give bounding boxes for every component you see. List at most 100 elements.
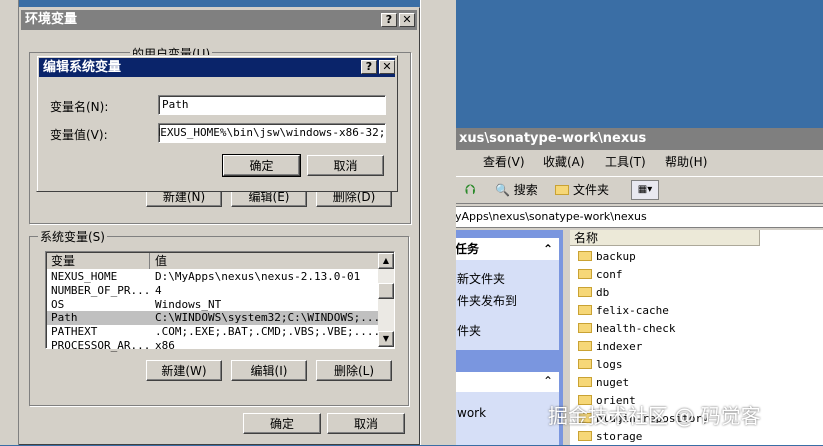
env-dialog-title: 环境变量: [25, 12, 78, 27]
task-publish-folder[interactable]: 件夹发布到: [457, 292, 517, 309]
edit-system-variable-dialog: 编辑系统变量 ? ✕ 变量名(N): Path 变量值(V): %NEXUS_H…: [36, 55, 398, 192]
collapse-icon[interactable]: ⌃: [543, 374, 553, 388]
collapse-icon[interactable]: ⌃: [543, 238, 553, 260]
row-variable-name: OS: [51, 297, 65, 311]
other-places-panel: ⌃ work: [455, 372, 559, 445]
row-variable-value: x86: [155, 339, 175, 352]
folder-list-item[interactable]: nuget: [578, 374, 629, 392]
help-icon[interactable]: ?: [381, 13, 397, 27]
folder-list-item[interactable]: indexer: [578, 338, 642, 356]
folder-icon: [578, 323, 592, 333]
other-place-item[interactable]: work: [457, 406, 486, 420]
edit-dialog-title-bar[interactable]: 编辑系统变量 ? ✕: [39, 58, 395, 77]
row-variable-value: Windows_NT: [155, 297, 222, 311]
folder-list-item[interactable]: backup: [578, 248, 636, 266]
variable-name-value: Path: [162, 98, 189, 111]
edit-cancel-button[interactable]: 取消: [307, 155, 384, 176]
row-variable-value: .COM;.EXE;.BAT;.CMD;.VBS;.VBE;....: [155, 325, 381, 339]
up-folder-icon[interactable]: ⮉: [465, 182, 476, 198]
variable-name-input[interactable]: Path: [158, 95, 386, 115]
folder-icon: [578, 251, 592, 261]
folder-name: indexer: [596, 340, 643, 353]
folder-icon: [555, 184, 569, 195]
address-text: yApps\nexus\sonatype-work\nexus: [455, 210, 647, 223]
search-label: 搜索: [513, 183, 538, 197]
menu-favorites[interactable]: 收藏(A): [543, 152, 585, 172]
env-cancel-button[interactable]: 取消: [327, 413, 405, 434]
folder-list-item[interactable]: storage: [578, 428, 642, 446]
watermark-text: 掘金技术社区 @ 码觉客: [548, 404, 761, 428]
background-window-edge: [0, 0, 19, 445]
close-icon[interactable]: ✕: [399, 13, 415, 27]
system-edit-button[interactable]: 编辑(I): [231, 360, 307, 381]
close-icon[interactable]: ✕: [379, 60, 395, 74]
env-ok-button[interactable]: 确定: [243, 413, 321, 434]
row-variable-name: NUMBER_OF_PR...: [51, 283, 151, 297]
help-icon[interactable]: ?: [361, 60, 377, 74]
menu-help[interactable]: 帮助(H): [665, 152, 707, 172]
task-share-folder[interactable]: 件夹: [457, 322, 481, 339]
table-header: 变量 值: [47, 253, 378, 269]
scroll-thumb[interactable]: [378, 283, 394, 299]
row-variable-name: PROCESSOR_AR...: [51, 339, 151, 352]
menu-tools[interactable]: 工具(T): [605, 152, 646, 172]
folder-name: health-check: [596, 322, 676, 335]
task-panel-header[interactable]: 任务 ⌃: [455, 238, 559, 260]
menu-view[interactable]: 查看(V): [483, 152, 525, 172]
views-button[interactable]: ▦▾: [631, 180, 659, 200]
folder-list-item[interactable]: felix-cache: [578, 302, 669, 320]
folder-list-item[interactable]: db: [578, 284, 609, 302]
folder-list-item[interactable]: conf: [578, 266, 623, 284]
folder-list-item[interactable]: health-check: [578, 320, 675, 338]
column-header-variable[interactable]: 变量: [47, 253, 150, 269]
row-variable-name: NEXUS_HOME: [51, 270, 118, 283]
column-header-name[interactable]: 名称: [570, 230, 760, 246]
env-dialog-title-bar[interactable]: 环境变量 ? ✕: [21, 10, 417, 30]
folder-icon: [578, 377, 592, 387]
table-row[interactable]: Path C:\WINDOWS\system32;C:\WINDOWS;...: [47, 311, 380, 326]
folder-icon: [578, 269, 592, 279]
folders-button[interactable]: 文件夹: [555, 181, 609, 198]
edit-dialog-title: 编辑系统变量: [43, 60, 122, 75]
table-row[interactable]: NUMBER_OF_PR... 4: [47, 284, 378, 298]
system-delete-button[interactable]: 删除(L): [316, 360, 392, 381]
variable-value-text: %NEXUS_HOME%\bin\jsw\windows-x86-32;: [158, 126, 386, 139]
explorer-title-bar[interactable]: xus\sonatype-work\nexus: [455, 128, 823, 150]
row-variable-value: D:\MyApps\nexus\nexus-2.13.0-01: [155, 270, 361, 283]
system-vars-label: 系统变量(S): [38, 228, 107, 245]
table-row[interactable]: OS Windows_NT: [47, 298, 378, 312]
folder-icon: [578, 431, 592, 441]
watermark: 掘金技术社区 @ 码觉客: [548, 400, 761, 429]
folder-icon: [578, 305, 592, 315]
explorer-toolbar: ⮉ 🔍 搜索 文件夹 ▦▾: [455, 176, 823, 204]
folder-name: backup: [596, 250, 636, 263]
column-variable-label: 变量: [51, 254, 76, 268]
table-row[interactable]: PATHEXT .COM;.EXE;.BAT;.CMD;.VBS;.VBE;...…: [47, 325, 381, 339]
table-scrollbar[interactable]: ▲ ▼: [378, 253, 394, 347]
folder-icon: [578, 287, 592, 297]
folder-icon: [578, 359, 592, 369]
folder-name: logs: [596, 358, 623, 371]
system-new-button[interactable]: 新建(W): [146, 360, 222, 381]
task-pane: 任务 ⌃ 新文件夹 件夹发布到 件夹 ⌃ work: [455, 230, 563, 445]
scroll-down-arrow-icon[interactable]: ▼: [378, 331, 394, 347]
table-row[interactable]: PROCESSOR_AR... x86: [47, 339, 378, 353]
search-button[interactable]: 🔍 搜索: [495, 181, 538, 198]
address-bar[interactable]: yApps\nexus\sonatype-work\nexus: [455, 206, 823, 228]
edit-ok-button[interactable]: 确定: [222, 154, 301, 177]
variable-name-label: 变量名(N):: [50, 100, 109, 114]
other-places-header[interactable]: ⌃: [455, 372, 559, 392]
explorer-title: xus\sonatype-work\nexus: [459, 131, 647, 146]
system-vars-table: 变量 值 ▲ ▼ NEXUS_HOME D:\MyApps\nexus\nexus…: [45, 251, 395, 352]
folder-icon: [578, 341, 592, 351]
folder-name: db: [596, 286, 610, 299]
variable-value-input[interactable]: %NEXUS_HOME%\bin\jsw\windows-x86-32;: [158, 123, 386, 143]
column-header-value[interactable]: 值: [151, 253, 378, 269]
folder-list-item[interactable]: logs: [578, 356, 623, 374]
table-row[interactable]: NEXUS_HOME D:\MyApps\nexus\nexus-2.13.0-0…: [47, 270, 378, 284]
task-new-folder[interactable]: 新文件夹: [457, 270, 505, 287]
scroll-up-arrow-icon[interactable]: ▲: [378, 253, 394, 269]
row-variable-name: Path: [51, 311, 78, 325]
search-icon: 🔍: [495, 183, 510, 197]
variable-value-label: 变量值(V):: [50, 128, 108, 142]
